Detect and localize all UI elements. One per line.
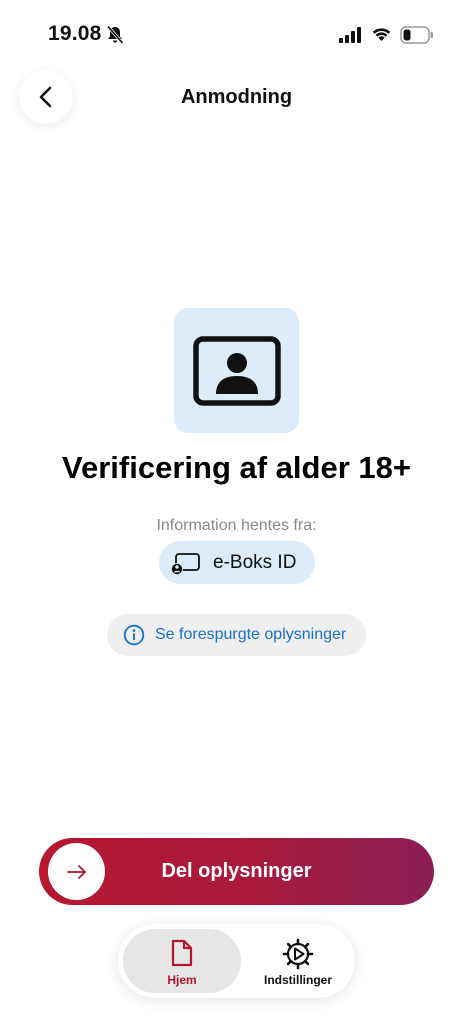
status-time: 19.08 [48, 22, 102, 45]
bell-muted-icon [106, 25, 124, 44]
nav-item-home[interactable]: Hjem [123, 929, 241, 993]
requested-info-label: Se forespurgte oplysninger [155, 626, 347, 643]
info-source-label: Information hentes fra: [156, 517, 317, 534]
request-heading: Verificering af alder 18+ [62, 450, 411, 485]
info-icon [123, 624, 145, 646]
nav-label-home: Hjem [167, 973, 197, 987]
nav-label-settings: Indstillinger [263, 973, 332, 987]
wifi-icon [372, 28, 391, 41]
cellular-signal-icon [339, 27, 361, 43]
page-title: Anmodning [180, 86, 293, 108]
status-bar: 19.08 [0, 0, 473, 60]
requested-info-button[interactable]: Se forespurgte oplysninger [107, 614, 366, 656]
id-card-user-icon [171, 552, 200, 575]
gear-icon [282, 938, 314, 970]
source-chip: e-Boks ID [159, 541, 315, 584]
share-info-label: Del oplysninger [161, 860, 312, 882]
id-card-tile [174, 308, 299, 433]
share-info-slider[interactable]: Del oplysninger [39, 838, 434, 905]
battery-icon [400, 26, 433, 44]
id-card-icon [192, 335, 281, 406]
nav-item-settings[interactable]: Indstillinger [246, 929, 350, 993]
bottom-nav: Hjem Indstillinger [118, 924, 355, 998]
source-name: e-Boks ID [213, 551, 297, 573]
document-icon [171, 939, 193, 967]
